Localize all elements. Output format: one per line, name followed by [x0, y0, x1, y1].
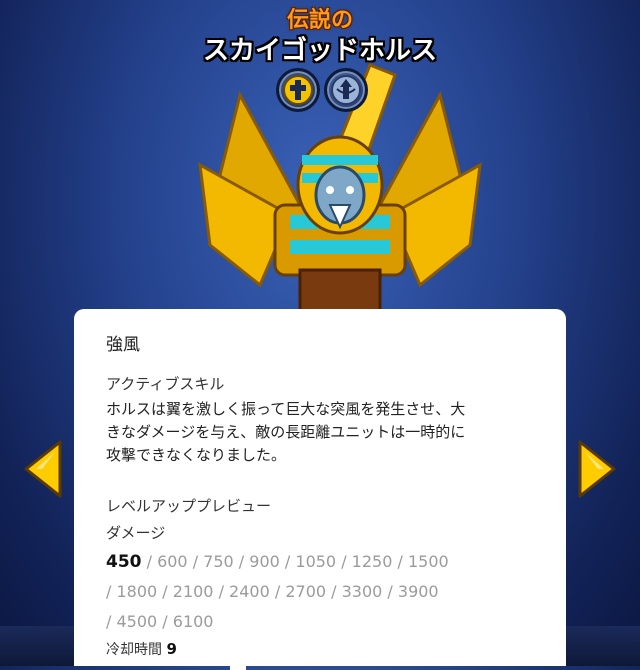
skill-name: 強風 [106, 335, 140, 355]
current-damage-value: 450 [106, 552, 142, 572]
cooldown-row: 冷却時間 9 [106, 639, 534, 659]
damage-level-value: / 900 [233, 552, 280, 571]
damage-level-value: / 4500 [106, 612, 158, 631]
damage-level-value: / 3300 [326, 582, 383, 601]
chevron-right-icon [578, 440, 616, 498]
damage-level-list: / 600 / 750 / 900 / 1050 / 1250 / 1500 / … [106, 552, 449, 631]
chevron-left-icon [24, 440, 62, 498]
damage-level-values: 450 / 600 / 750 / 900 / 1050 / 1250 / 15… [106, 547, 476, 637]
skill-description-line: 攻撃できなくなりました。 [106, 446, 287, 464]
skill-description-line: ホルスは翼を激しく振って巨大な突風を発生させ、大 [106, 400, 466, 418]
damage-level-value: / 2700 [269, 582, 327, 601]
damage-level-value: / 600 [146, 552, 188, 571]
level-up-preview-label: レベルアッププレビュー [106, 497, 272, 515]
cooldown-value: 9 [166, 640, 177, 658]
class-badge[interactable] [276, 68, 320, 112]
damage-level-value: / 6100 [157, 612, 214, 631]
element-badge[interactable] [324, 68, 368, 112]
hero-name: スカイゴッドホルス [202, 36, 437, 66]
skill-type: アクティブスキル [106, 375, 225, 393]
skill-description-line: きなダメージを与え、敵の長距離ユニットは一時的に [106, 423, 466, 441]
damage-level-value: / 1800 [106, 582, 158, 601]
next-hero-button[interactable] [574, 438, 618, 500]
tooltip-pointer [230, 662, 246, 670]
damage-level-value: / 1050 [279, 552, 337, 571]
damage-label: ダメージ [106, 524, 166, 542]
skill-tooltip: 強風 アクティブスキル ホルスは翼を激しく振って巨大な突風を発生させ、大 きなダ… [74, 309, 566, 666]
wind-emblem-icon [331, 75, 361, 105]
cross-icon [283, 75, 313, 105]
damage-level-value: / 3900 [382, 582, 439, 601]
damage-level-value: / 1250 [336, 552, 393, 571]
previous-hero-button[interactable] [22, 438, 66, 500]
cooldown-label: 冷却時間 [106, 642, 162, 658]
skill-description: ホルスは翼を激しく振って巨大な突風を発生させ、大 きなダメージを与え、敵の長距離… [106, 398, 534, 467]
damage-level-value: / 2100 [157, 582, 214, 601]
damage-level-value: / 1500 [392, 552, 449, 571]
damage-level-value: / 750 [187, 552, 234, 571]
damage-level-value: / 2400 [213, 582, 270, 601]
